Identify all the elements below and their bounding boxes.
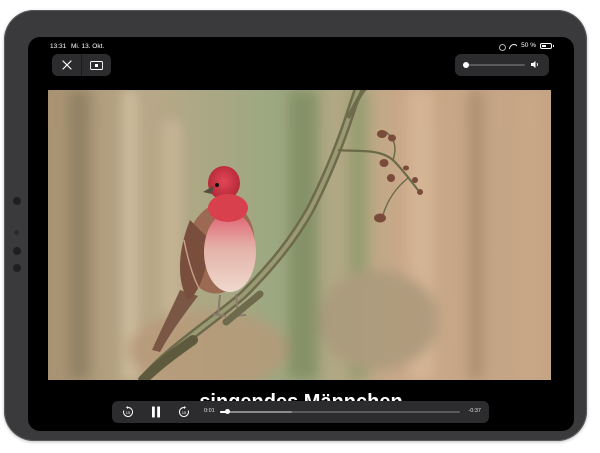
status-date: Mi. 13. Okt. [71,43,105,50]
svg-text:15: 15 [126,410,131,415]
picture-in-picture-button[interactable] [81,54,110,76]
wifi-icon [509,43,517,49]
pause-icon [152,406,160,418]
playback-controls: 15 15 0:01 -0:37 [112,401,489,423]
close-icon [61,60,72,70]
progress-thumb[interactable] [224,409,230,414]
volume-control[interactable] [455,54,549,76]
skip-forward-button[interactable]: 15 [176,404,192,420]
sensor [14,230,19,235]
status-time: 13:31 [50,43,67,50]
volume-thumb[interactable] [463,62,470,68]
skip-back-button[interactable]: 15 [120,404,136,420]
ipad-device-frame: 13:31 Mi. 13. Okt. 50 % singendes Männch… [4,10,587,441]
bird-on-branch-video [48,90,551,380]
battery-percent: 50 % [521,42,536,49]
skip-forward-15-icon: 15 [178,406,189,417]
progress-track[interactable] [220,411,460,413]
skip-back-15-icon: 15 [123,406,134,417]
picture-in-picture-icon [89,60,103,70]
volume-track[interactable] [463,64,525,66]
time-remaining: -0:37 [468,408,481,414]
video-frame[interactable] [48,90,551,380]
top-left-controls [52,54,111,76]
svg-text:15: 15 [182,410,187,415]
screen: 13:31 Mi. 13. Okt. 50 % singendes Männch… [28,37,574,431]
battery-icon [540,42,554,49]
front-camera [13,197,21,205]
close-button[interactable] [52,54,81,76]
side-button-lower [13,264,21,272]
speaker-icon [531,61,538,68]
time-elapsed: 0:01 [204,408,215,414]
status-bar: 13:31 Mi. 13. Okt. 50 % [28,37,574,55]
location-icon [498,43,507,51]
status-indicators: 50 % [498,42,554,51]
side-button-upper [13,247,21,255]
progress-buffer [220,411,292,413]
play-pause-button[interactable] [148,404,164,420]
